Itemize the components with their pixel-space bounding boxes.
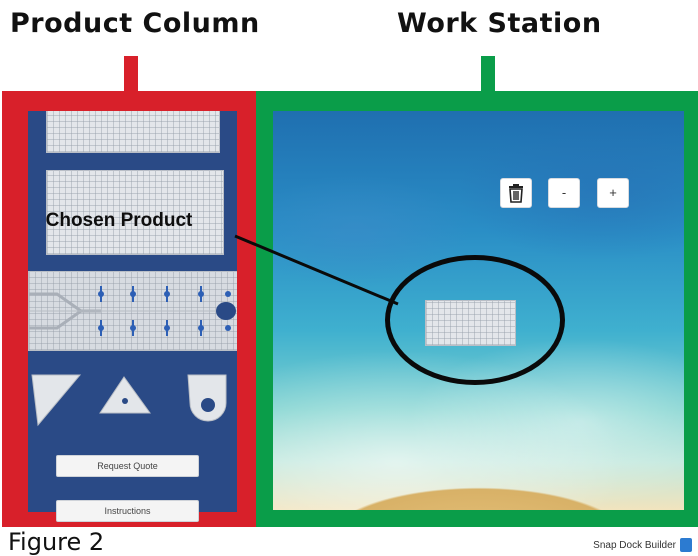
triangle-hole-icon <box>122 398 128 404</box>
product-column[interactable] <box>28 111 237 512</box>
triangle-piece[interactable] <box>99 376 151 414</box>
work-station-header: Work Station <box>397 8 602 39</box>
rounded-end-hole-icon <box>201 398 215 412</box>
request-quote-button[interactable]: Request Quote <box>56 455 199 477</box>
chosen-product-label: Chosen Product <box>45 210 193 231</box>
instructions-button[interactable]: Instructions <box>56 500 199 522</box>
brand-logo-icon <box>680 538 692 552</box>
product-column-pointer <box>124 56 138 91</box>
zoom-in-button[interactable]: + <box>597 178 629 208</box>
brand-label: Snap Dock Builder <box>593 540 676 551</box>
highlight-ellipse <box>385 255 565 385</box>
product-dock-section[interactable] <box>28 271 237 351</box>
product-tile-wide[interactable] <box>46 111 220 153</box>
corner-triangle-piece[interactable] <box>31 374 82 427</box>
corner-pieces <box>31 374 227 427</box>
figure-label: Figure 2 <box>8 528 105 556</box>
trash-icon <box>509 184 523 203</box>
rounded-end-piece[interactable] <box>187 374 227 422</box>
dock-section-hardware-icon <box>29 286 237 336</box>
product-column-header: Product Column <box>10 8 260 39</box>
delete-button[interactable] <box>500 178 532 208</box>
work-station-pointer <box>481 56 495 91</box>
zoom-out-button[interactable]: - <box>548 178 580 208</box>
